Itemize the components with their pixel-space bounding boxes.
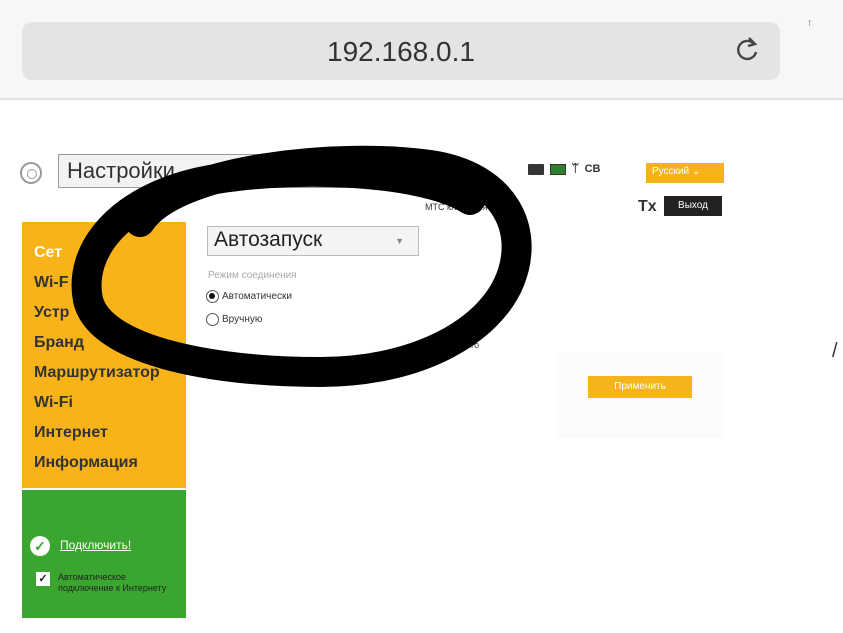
- signal-icon: ᛠ: [572, 163, 579, 175]
- settings-icon[interactable]: [20, 162, 42, 184]
- address-bar[interactable]: 192.168.0.1: [22, 22, 780, 80]
- apply-button[interactable]: Применить: [588, 376, 692, 398]
- radio-automatic-row[interactable]: Автоматически: [206, 290, 292, 303]
- sidebar-item-firewall[interactable]: Бранд: [22, 328, 186, 358]
- sidebar-item-devices[interactable]: Устр: [22, 298, 186, 328]
- radio-manual-row[interactable]: Вручную: [206, 313, 262, 326]
- sidebar-item-internet[interactable]: Интернет: [22, 418, 186, 448]
- corner-mark: ᶠ: [808, 18, 811, 32]
- check-circle-icon: ✓: [30, 536, 50, 556]
- auto-connect-label: Автоматическое подключение к Интернету: [58, 572, 167, 593]
- page-title: Настройки: [58, 154, 358, 188]
- clear-format-icon[interactable]: Tx: [638, 198, 657, 216]
- chevron-down-icon: ▼: [395, 236, 404, 246]
- radio-automatic-label: Автоматически: [222, 291, 292, 302]
- browser-toolbar: 192.168.0.1 ᶠ: [0, 0, 843, 100]
- connection-mode-label: Режим соединения: [208, 270, 297, 281]
- logout-button[interactable]: Выход: [664, 196, 722, 216]
- radio-manual[interactable]: [206, 313, 219, 326]
- sidebar-item-wifi[interactable]: Wi-Fi: [22, 388, 186, 418]
- connection-status-text: МТС ключения в сети: [425, 202, 516, 212]
- sidebar-item-network[interactable]: Сет: [22, 238, 186, 268]
- connect-link[interactable]: Подключить!: [60, 538, 131, 552]
- status-icons: ᛠ CB: [528, 163, 601, 175]
- radio-automatic[interactable]: [206, 290, 219, 303]
- radio-manual-label: Вручную: [222, 314, 263, 325]
- connection-mode-select[interactable]: Автозапуск ▼: [207, 226, 419, 256]
- reload-icon[interactable]: [732, 34, 762, 66]
- language-select[interactable]: Русский ⌄: [646, 163, 724, 183]
- connect-panel: ✓ Подключить! ✓ Автоматическое подключен…: [22, 490, 186, 618]
- mail-icon[interactable]: [528, 163, 544, 175]
- network-type-label: CB: [584, 163, 601, 175]
- edge-glyph: /: [832, 340, 838, 362]
- url-text: 192.168.0.1: [327, 36, 475, 67]
- connection-mode-value: Автозапуск: [214, 228, 323, 251]
- sidebar-item-router[interactable]: Маршрутизатор: [22, 358, 186, 388]
- sidebar-menu: Сет Wi-F Устр Бранд Маршрутизатор Wi-Fi …: [22, 222, 186, 488]
- sidebar-item-info[interactable]: Информация: [22, 448, 186, 478]
- battery-icon: [550, 163, 566, 175]
- sidebar-item-wifi-short[interactable]: Wi-F: [22, 268, 186, 298]
- auto-connect-checkbox[interactable]: ✓: [36, 572, 50, 586]
- partial-text: тего: [462, 340, 480, 350]
